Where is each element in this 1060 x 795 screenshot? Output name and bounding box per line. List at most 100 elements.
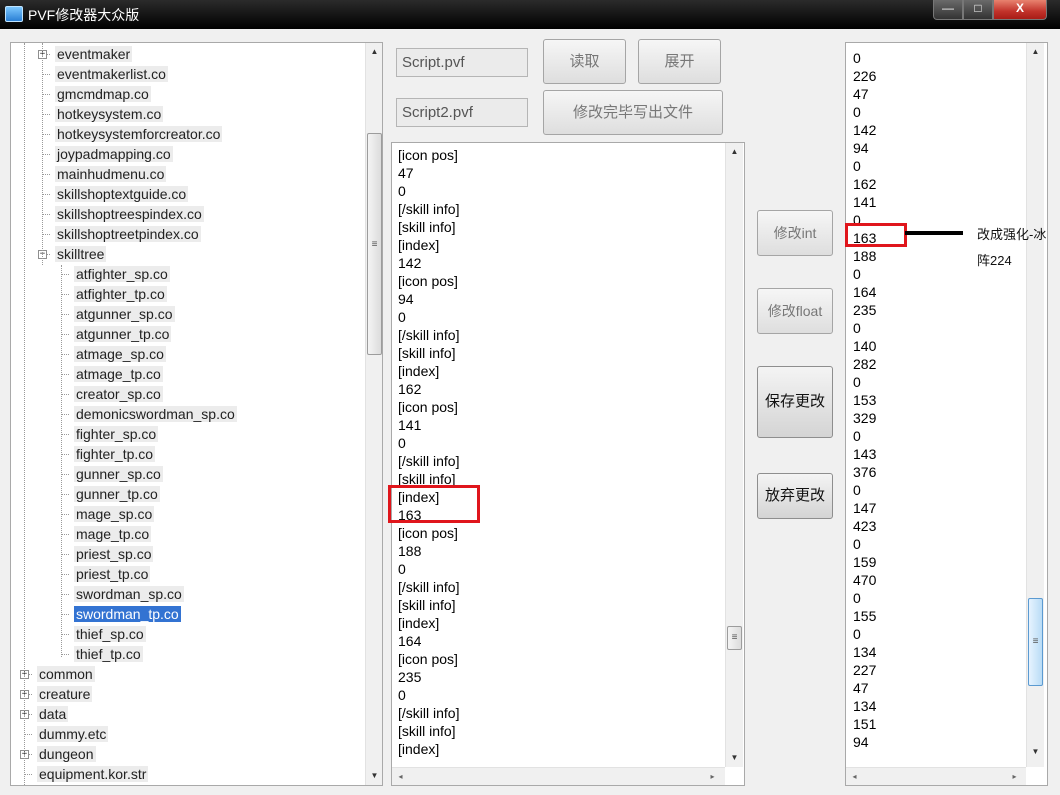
value-list-item[interactable]: 0: [853, 49, 861, 67]
value-list-item[interactable]: 94: [853, 139, 869, 157]
tree-item[interactable]: common: [37, 665, 95, 683]
tree-item[interactable]: skillshoptreespindex.co: [55, 205, 204, 223]
tree-item[interactable]: demonicswordman_sp.co: [74, 405, 237, 423]
script-text-area[interactable]: [icon pos] 47 0 [/skill info] [skill info] [i…: [391, 142, 745, 786]
script-file-field[interactable]: Script.pvf: [396, 48, 528, 77]
value-list-item[interactable]: 0: [853, 103, 861, 121]
value-list-item[interactable]: 47: [853, 85, 869, 103]
script-vertical-scrollbar[interactable]: ▲ ≡ ▼: [725, 143, 743, 767]
modify-int-button[interactable]: 修改int: [757, 210, 833, 256]
value-list-item[interactable]: 164: [853, 283, 876, 301]
value-list-item[interactable]: 0: [853, 427, 861, 445]
value-list-item[interactable]: 0: [853, 265, 861, 283]
tree-item[interactable]: fighter_sp.co: [74, 425, 159, 443]
value-list-item[interactable]: 423: [853, 517, 876, 535]
value-list-item[interactable]: 0: [853, 157, 861, 175]
value-list-item[interactable]: 153: [853, 391, 876, 409]
value-list-item[interactable]: 159: [853, 553, 876, 571]
tree-item[interactable]: dungeon: [37, 745, 96, 763]
discard-changes-button[interactable]: 放弃更改: [757, 473, 833, 519]
scroll-down-icon[interactable]: ▼: [1027, 743, 1044, 760]
tree-item[interactable]: data: [37, 705, 69, 723]
value-list-item[interactable]: 0: [853, 625, 861, 643]
tree-item[interactable]: priest_sp.co: [74, 545, 154, 563]
close-button[interactable]: X: [993, 0, 1047, 20]
tree-item[interactable]: joypadmapping.co: [55, 145, 173, 163]
tree-item[interactable]: atfighter_sp.co: [74, 265, 170, 283]
tree-item[interactable]: swordman_tp.co: [74, 605, 181, 623]
tree-item[interactable]: fighter_tp.co: [74, 445, 156, 463]
tree-item[interactable]: gunner_sp.co: [74, 465, 163, 483]
tree-item[interactable]: skillshoptextguide.co: [55, 185, 189, 203]
write-file-button[interactable]: 修改完毕写出文件: [543, 90, 723, 135]
int-value-list[interactable]: 0 226 47 0 142 94 0 162 141 0 163 188 0 164 235 0 140 282…: [845, 42, 1048, 786]
tree-item[interactable]: hotkeysystem.co: [55, 105, 164, 123]
scroll-up-icon[interactable]: ▲: [726, 143, 743, 160]
value-list-item[interactable]: 162: [853, 175, 876, 193]
tree-item[interactable]: atmage_tp.co: [74, 365, 163, 383]
tree-item[interactable]: mage_sp.co: [74, 505, 155, 523]
value-list-item[interactable]: 0: [853, 589, 861, 607]
tree-vertical-scrollbar[interactable]: ▲ ≡ ▼: [365, 43, 382, 785]
value-list-item[interactable]: 141: [853, 193, 876, 211]
minimize-button[interactable]: —: [933, 0, 963, 20]
modify-float-button[interactable]: 修改float: [757, 288, 833, 334]
value-list-item[interactable]: 134: [853, 643, 876, 661]
value-list-item[interactable]: 188: [853, 247, 876, 265]
tree-item[interactable]: equipment.kor.str: [37, 765, 149, 783]
scroll-down-icon[interactable]: ▼: [366, 767, 382, 784]
value-list-item[interactable]: 470: [853, 571, 876, 589]
value-list-item[interactable]: 47: [853, 679, 869, 697]
list-vertical-scrollbar[interactable]: ▲ ≡ ▼: [1026, 43, 1044, 767]
scroll-thumb[interactable]: ≡: [1028, 598, 1043, 686]
tree-item[interactable]: gmcmdmap.co: [55, 85, 151, 103]
tree-item[interactable]: eventmakerlist.co: [55, 65, 168, 83]
value-list-item[interactable]: 147: [853, 499, 876, 517]
tree-item[interactable]: priest_tp.co: [74, 565, 151, 583]
save-changes-button[interactable]: 保存更改: [757, 366, 833, 438]
tree-item[interactable]: gunner_tp.co: [74, 485, 160, 503]
value-list-item[interactable]: 329: [853, 409, 876, 427]
tree-item[interactable]: thief_tp.co: [74, 645, 143, 663]
tree-item[interactable]: creature: [37, 685, 93, 703]
tree-item[interactable]: thief_sp.co: [74, 625, 146, 643]
tree-item[interactable]: atmage_sp.co: [74, 345, 166, 363]
script2-file-field[interactable]: Script2.pvf: [396, 98, 528, 127]
value-list-item[interactable]: 0: [853, 481, 861, 499]
value-list-item[interactable]: 227: [853, 661, 876, 679]
tree-item[interactable]: skillshoptreetpindex.co: [55, 225, 201, 243]
tree-item[interactable]: eventmaker: [55, 45, 133, 63]
scroll-up-icon[interactable]: ▲: [366, 43, 382, 60]
file-tree[interactable]: + − + + + + eventmaker eventmakerlist.co gmcmdm…: [10, 42, 383, 786]
value-list-item[interactable]: 0: [853, 535, 861, 553]
tree-item[interactable]: atgunner_sp.co: [74, 305, 175, 323]
tree-item[interactable]: dummy.etc: [37, 725, 109, 743]
value-list-item[interactable]: 0: [853, 319, 861, 337]
value-list-item[interactable]: 282: [853, 355, 876, 373]
value-list-item[interactable]: 140: [853, 337, 876, 355]
value-list-item[interactable]: 155: [853, 607, 876, 625]
scroll-down-icon[interactable]: ▼: [726, 749, 743, 766]
tree-item[interactable]: atgunner_tp.co: [74, 325, 172, 343]
value-list-item[interactable]: 376: [853, 463, 876, 481]
tree-item[interactable]: mage_tp.co: [74, 525, 152, 543]
value-list-item[interactable]: 151: [853, 715, 876, 733]
tree-item[interactable]: mainhudmenu.co: [55, 165, 167, 183]
maximize-button[interactable]: □: [963, 0, 993, 20]
tree-item[interactable]: atfighter_tp.co: [74, 285, 167, 303]
list-horizontal-scrollbar[interactable]: ◂ ▸: [846, 767, 1026, 785]
expand-button[interactable]: 展开: [638, 39, 721, 84]
scroll-right-icon[interactable]: ▸: [1006, 768, 1023, 785]
scroll-left-icon[interactable]: ◂: [392, 768, 409, 785]
value-list-item[interactable]: 94: [853, 733, 869, 751]
tree-item[interactable]: swordman_sp.co: [74, 585, 184, 603]
scroll-left-icon[interactable]: ◂: [846, 768, 863, 785]
value-list-item[interactable]: 143: [853, 445, 876, 463]
tree-item[interactable]: skilltree: [55, 245, 107, 263]
value-list-item[interactable]: 134: [853, 697, 876, 715]
scroll-right-icon[interactable]: ▸: [704, 768, 721, 785]
read-button[interactable]: 读取: [543, 39, 626, 84]
scroll-thumb[interactable]: ≡: [727, 626, 742, 650]
value-list-item[interactable]: 226: [853, 67, 876, 85]
value-list-item[interactable]: 235: [853, 301, 876, 319]
